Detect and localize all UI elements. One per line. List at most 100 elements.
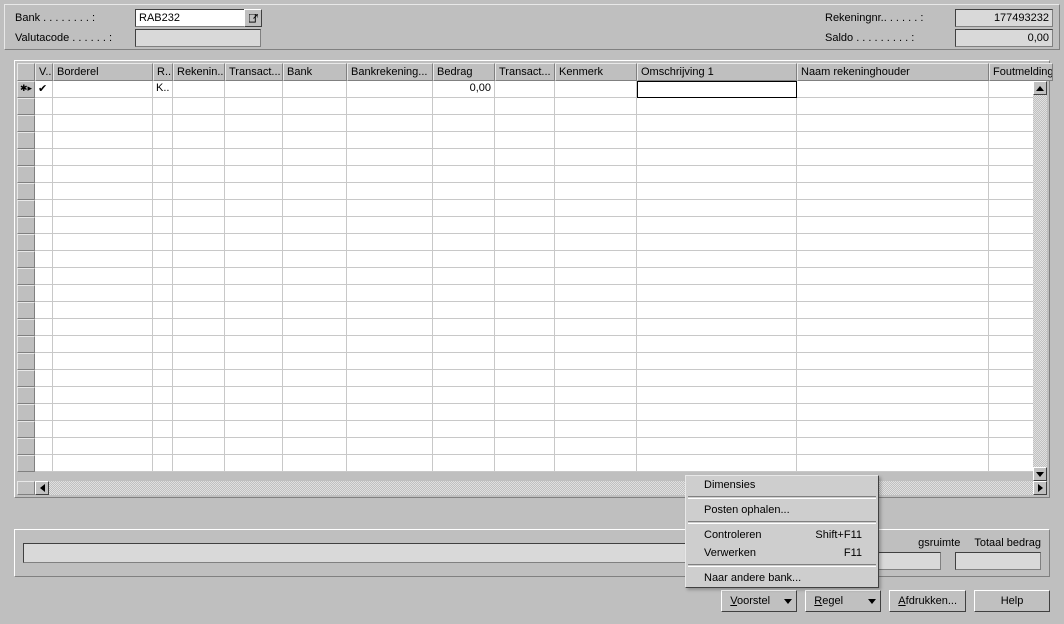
table-row[interactable] — [17, 387, 1047, 404]
cell[interactable] — [173, 115, 225, 132]
cell[interactable] — [153, 336, 173, 353]
cell[interactable] — [153, 166, 173, 183]
cell[interactable] — [797, 370, 989, 387]
cell[interactable] — [433, 115, 495, 132]
cell[interactable] — [173, 200, 225, 217]
cell[interactable] — [35, 336, 53, 353]
col-kenmerk[interactable]: Kenmerk — [555, 63, 637, 81]
cell[interactable] — [797, 200, 989, 217]
cell[interactable] — [797, 98, 989, 115]
cell[interactable] — [225, 115, 283, 132]
cell[interactable] — [225, 455, 283, 472]
cell[interactable] — [637, 370, 797, 387]
cell[interactable] — [347, 98, 433, 115]
cell[interactable] — [35, 234, 53, 251]
table-row[interactable] — [17, 302, 1047, 319]
cell[interactable] — [173, 387, 225, 404]
table-row[interactable] — [17, 234, 1047, 251]
cell[interactable] — [153, 183, 173, 200]
col-naam[interactable]: Naam rekeninghouder — [797, 63, 989, 81]
cell[interactable] — [225, 166, 283, 183]
cell[interactable] — [495, 251, 555, 268]
cell[interactable] — [225, 302, 283, 319]
menu-controleren[interactable]: ControlerenShift+F11 — [686, 526, 878, 544]
cell[interactable] — [347, 336, 433, 353]
cell[interactable] — [173, 251, 225, 268]
cell[interactable] — [53, 217, 153, 234]
cell[interactable] — [35, 438, 53, 455]
cell[interactable] — [347, 200, 433, 217]
cell[interactable] — [225, 98, 283, 115]
cell[interactable] — [433, 217, 495, 234]
col-rekening[interactable]: Rekenin... — [173, 63, 225, 81]
table-row[interactable] — [17, 319, 1047, 336]
cell[interactable] — [433, 353, 495, 370]
cell[interactable] — [225, 421, 283, 438]
cell[interactable] — [347, 132, 433, 149]
col-bank[interactable]: Bank — [283, 63, 347, 81]
cell[interactable] — [283, 455, 347, 472]
cell[interactable] — [347, 115, 433, 132]
cell[interactable] — [153, 268, 173, 285]
cell[interactable] — [797, 81, 989, 98]
cell[interactable] — [555, 438, 637, 455]
cell[interactable] — [555, 421, 637, 438]
cell[interactable] — [637, 115, 797, 132]
cell[interactable] — [283, 370, 347, 387]
cell[interactable] — [283, 251, 347, 268]
cell[interactable] — [555, 183, 637, 200]
cell[interactable] — [35, 268, 53, 285]
cell[interactable] — [173, 81, 225, 98]
cell[interactable] — [173, 302, 225, 319]
cell[interactable] — [797, 234, 989, 251]
cell[interactable] — [53, 302, 153, 319]
cell[interactable] — [555, 251, 637, 268]
cell[interactable] — [637, 404, 797, 421]
row-header[interactable] — [17, 319, 35, 336]
cell[interactable] — [433, 370, 495, 387]
cell[interactable] — [495, 421, 555, 438]
cell[interactable] — [495, 115, 555, 132]
cell[interactable] — [637, 302, 797, 319]
cell[interactable] — [283, 81, 347, 98]
cell[interactable] — [637, 217, 797, 234]
horizontal-scrollbar[interactable] — [17, 481, 1047, 495]
cell[interactable] — [53, 166, 153, 183]
cell[interactable] — [53, 149, 153, 166]
cell[interactable] — [35, 200, 53, 217]
cell[interactable] — [495, 98, 555, 115]
cell[interactable] — [797, 166, 989, 183]
cell[interactable] — [53, 81, 153, 98]
cell[interactable] — [283, 387, 347, 404]
cell[interactable] — [495, 370, 555, 387]
cell[interactable] — [283, 183, 347, 200]
regel-dropdown-menu[interactable]: Dimensies Posten ophalen... ControlerenS… — [685, 475, 879, 588]
cell[interactable] — [225, 81, 283, 98]
row-header[interactable] — [17, 455, 35, 472]
cell[interactable] — [53, 438, 153, 455]
cell[interactable] — [53, 353, 153, 370]
cell[interactable] — [53, 115, 153, 132]
cell[interactable] — [283, 336, 347, 353]
cell[interactable] — [637, 285, 797, 302]
cell[interactable] — [555, 387, 637, 404]
cell[interactable] — [153, 438, 173, 455]
table-row[interactable] — [17, 200, 1047, 217]
cell[interactable] — [555, 98, 637, 115]
row-header[interactable] — [17, 268, 35, 285]
afdrukken-button[interactable]: Afdrukken... — [889, 590, 966, 612]
cell[interactable] — [555, 319, 637, 336]
cell[interactable] — [555, 132, 637, 149]
cell[interactable] — [433, 166, 495, 183]
menu-posten[interactable]: Posten ophalen... — [686, 501, 878, 519]
cell[interactable] — [173, 234, 225, 251]
col-transact2[interactable]: Transact... — [495, 63, 555, 81]
table-row[interactable] — [17, 336, 1047, 353]
table-row[interactable] — [17, 132, 1047, 149]
row-header[interactable] — [17, 183, 35, 200]
cell[interactable] — [637, 455, 797, 472]
cell[interactable] — [637, 268, 797, 285]
cell[interactable] — [283, 319, 347, 336]
cell[interactable] — [283, 132, 347, 149]
cell[interactable] — [347, 404, 433, 421]
